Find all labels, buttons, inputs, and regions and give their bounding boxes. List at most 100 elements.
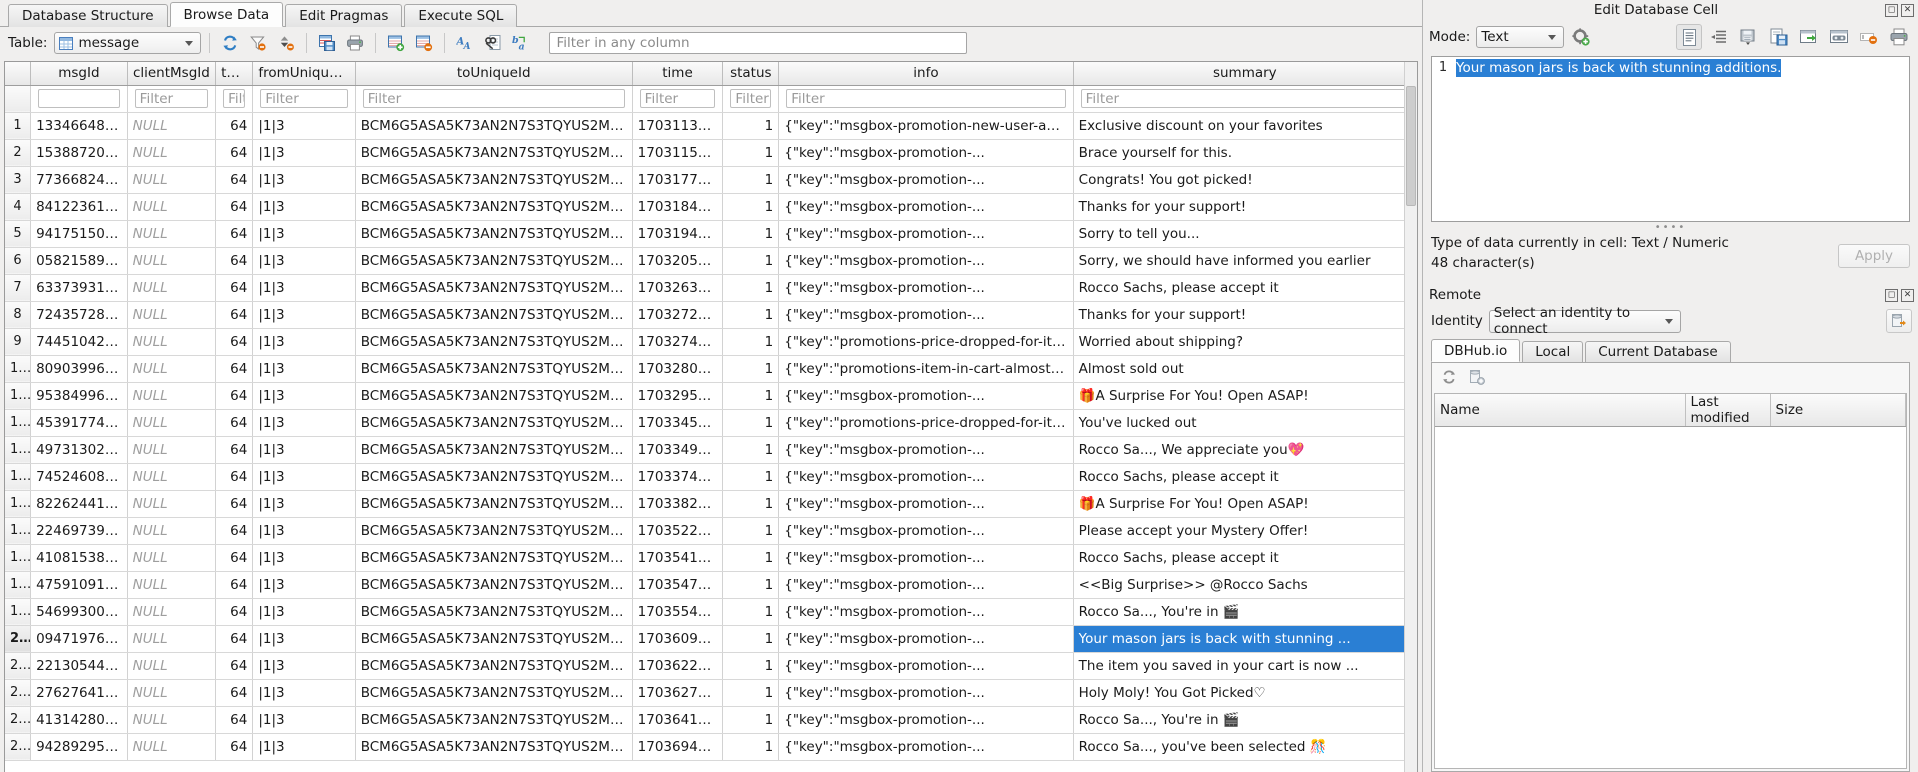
cell-clientMsgId[interactable]: NULL	[127, 166, 217, 194]
cell-toUniqueId[interactable]: BCM6G5ASA5K73AN2N7S3TQYUS2MOBTV...	[355, 139, 633, 167]
remote-tab-current-database[interactable]: Current Database	[1585, 341, 1731, 363]
save-results-button[interactable]	[315, 31, 339, 55]
cell-time[interactable]: 1703349731	[632, 436, 724, 464]
filter-input[interactable]: Filter	[260, 89, 348, 108]
cell-time[interactable]: 1703205821	[632, 247, 724, 275]
cell-fromUniqueId[interactable]: |1|3	[252, 409, 356, 437]
cell-status[interactable]: 1	[722, 544, 780, 572]
cell-fromUniqueId[interactable]: |1|3	[252, 274, 356, 302]
cell-time[interactable]: 1703694289	[632, 733, 724, 761]
table-row[interactable]: 13 49731302089 NULL 64 |1|3 BCM6G5ASA5K73AN2N…	[5, 436, 1417, 464]
cell-msgId[interactable]: 72435728009	[30, 301, 128, 329]
cell-fromUniqueId[interactable]: |1|3	[252, 328, 356, 356]
cell-editor-textarea[interactable]: 1 Your mason jars is back with stunning …	[1431, 56, 1910, 222]
cell-info[interactable]: {"key":"msgbox-promotion-...	[778, 706, 1074, 734]
tab-browse-data[interactable]: Browse Data	[169, 2, 284, 27]
clear-sorting-button[interactable]	[274, 31, 298, 55]
cell-info[interactable]: {"key":"msgbox-promotion-...	[778, 382, 1074, 410]
cell-status[interactable]: 1	[722, 598, 780, 626]
cell-time[interactable]: 1703522469	[632, 517, 724, 545]
cell-summary[interactable]: 🎁A Surprise For You! Open ASAP!	[1073, 382, 1417, 410]
filter-input[interactable]: Filter	[730, 89, 772, 108]
cell-time[interactable]: 1703382262	[632, 490, 724, 518]
cell-time[interactable]: 1703274451	[632, 328, 724, 356]
cell-type[interactable]: 64	[215, 301, 254, 329]
cell-type[interactable]: 64	[215, 382, 254, 410]
push-database-button[interactable]	[1886, 309, 1912, 334]
filter-cell-clientMsgId[interactable]: Filter	[127, 85, 217, 113]
cell-type[interactable]: 64	[215, 598, 254, 626]
table-row[interactable]: 22 27627641005 NULL 64 |1|3 BCM6G5ASA5K73AN2N…	[5, 679, 1417, 707]
cell-toUniqueId[interactable]: BCM6G5ASA5K73AN2N7S3TQYUS2MOBTV...	[355, 733, 633, 761]
row-header-cell[interactable]: 12	[5, 409, 32, 437]
editor-content[interactable]: Your mason jars is back with stunning ad…	[1454, 57, 1909, 221]
cell-info[interactable]: {"key":"msgbox-promotion-...	[778, 679, 1074, 707]
cell-fromUniqueId[interactable]: |1|3	[252, 301, 356, 329]
cell-toUniqueId[interactable]: BCM6G5ASA5K73AN2N7S3TQYUS2MOBTV...	[355, 382, 633, 410]
filter-cell-toUniqueId[interactable]: Filter	[355, 85, 633, 113]
cell-msgId[interactable]: 05821589129	[30, 247, 128, 275]
cell-time[interactable]: 1703177366	[632, 166, 724, 194]
import-data-button[interactable]	[1736, 24, 1762, 50]
identity-select[interactable]: Select an identity to connect	[1488, 305, 1681, 337]
cell-toUniqueId[interactable]: BCM6G5ASA5K73AN2N7S3TQYUS2MOBTV...	[355, 247, 633, 275]
cell-toUniqueId[interactable]: BCM6G5ASA5K73AN2N7S3TQYUS2MOBTV...	[355, 355, 633, 383]
cell-toUniqueId[interactable]: BCM6G5ASA5K73AN2N7S3TQYUS2MOBTV...	[355, 436, 633, 464]
table-row[interactable]: 16 22469739045 NULL 64 |1|3 BCM6G5ASA5K73AN2N…	[5, 517, 1417, 545]
cell-type[interactable]: 64	[215, 490, 254, 518]
cell-status[interactable]: 1	[722, 706, 780, 734]
remote-column-last-modified[interactable]: Last modified	[1685, 394, 1771, 428]
cell-info[interactable]: {"key":"msgbox-promotion-...	[778, 490, 1074, 518]
cell-toUniqueId[interactable]: BCM6G5ASA5K73AN2N7S3TQYUS2MOBTV...	[355, 625, 633, 653]
cell-fromUniqueId[interactable]: |1|3	[252, 598, 356, 626]
cell-clientMsgId[interactable]: NULL	[127, 679, 217, 707]
cell-fromUniqueId[interactable]: |1|3	[252, 166, 356, 194]
cell-status[interactable]: 1	[722, 112, 780, 140]
table-row[interactable]: 8 72435728009 NULL 64 |1|3 BCM6G5ASA5K73AN2N7…	[5, 301, 1417, 329]
global-filter-input[interactable]: Filter in any column	[549, 32, 968, 54]
remote-file-list[interactable]: Name Last modified Size	[1434, 393, 1907, 769]
table-row[interactable]: 2 15388720065 NULL 64 |1|3 BCM6G5ASA5K73AN2N7…	[5, 139, 1417, 167]
cell-info[interactable]: {"key":"msgbox-promotion-...	[778, 193, 1074, 221]
cell-summary[interactable]: Sorry, we should have informed you earli…	[1073, 247, 1417, 275]
cell-fromUniqueId[interactable]: |1|3	[252, 247, 356, 275]
cell-type[interactable]: 64	[215, 733, 254, 761]
tab-execute-sql[interactable]: Execute SQL	[404, 4, 518, 27]
cell-fromUniqueId[interactable]: |1|3	[252, 544, 356, 572]
cell-status[interactable]: 1	[722, 382, 780, 410]
cell-clientMsgId[interactable]: NULL	[127, 598, 217, 626]
cell-status[interactable]: 1	[722, 220, 780, 248]
cell-status[interactable]: 1	[722, 571, 780, 599]
cell-msgId[interactable]: 82262441005	[30, 490, 128, 518]
print-cell-button[interactable]	[1886, 24, 1912, 50]
cell-msgId[interactable]: 74524608049	[30, 463, 128, 491]
cell-time[interactable]: 1703641314	[632, 706, 724, 734]
cell-clientMsgId[interactable]: NULL	[127, 301, 217, 329]
cell-toUniqueId[interactable]: BCM6G5ASA5K73AN2N7S3TQYUS2MOBTV...	[355, 301, 633, 329]
cell-info[interactable]: {"key":"msgbox-promotion-...	[778, 139, 1074, 167]
cell-info[interactable]: {"key":"msgbox-promotion-...	[778, 652, 1074, 680]
cell-clientMsgId[interactable]: NULL	[127, 490, 217, 518]
cell-clientMsgId[interactable]: NULL	[127, 652, 217, 680]
cell-summary[interactable]: <<Big Surprise>> @Rocco Sachs	[1073, 571, 1417, 599]
cell-summary[interactable]: Rocco Sa..., you've been selected 🎊	[1073, 733, 1417, 761]
cell-summary[interactable]: Please accept your Mystery Offer!	[1073, 517, 1417, 545]
table-row[interactable]: 23 41314280027 NULL 64 |1|3 BCM6G5ASA5K73AN2N…	[5, 706, 1417, 734]
table-select[interactable]: message	[54, 32, 202, 54]
cell-type[interactable]: 64	[215, 517, 254, 545]
filter-cell-time[interactable]: Filter	[632, 85, 724, 113]
editor-resize-grip[interactable]: ••••	[1423, 222, 1918, 233]
cell-fromUniqueId[interactable]: |1|3	[252, 139, 356, 167]
row-header-cell[interactable]: 5	[5, 220, 32, 248]
table-row[interactable]: 12 45391774081 NULL 64 |1|3 BCM6G5ASA5K73AN2N…	[5, 409, 1417, 437]
cell-info[interactable]: {"key":"msgbox-promotion-...	[778, 436, 1074, 464]
cell-toUniqueId[interactable]: BCM6G5ASA5K73AN2N7S3TQYUS2MOBTV...	[355, 544, 633, 572]
mode-select[interactable]: Text	[1476, 26, 1565, 48]
cell-msgId[interactable]: 80903996101	[30, 355, 128, 383]
cell-msgId[interactable]: 84122361001	[30, 193, 128, 221]
cell-fromUniqueId[interactable]: |1|3	[252, 193, 356, 221]
cell-summary[interactable]: Thanks for your support!	[1073, 301, 1417, 329]
cell-msgId[interactable]: 15388720065	[30, 139, 128, 167]
cell-fromUniqueId[interactable]: |1|3	[252, 625, 356, 653]
filter-cell-fromUniqueId[interactable]: Filter	[252, 85, 356, 113]
